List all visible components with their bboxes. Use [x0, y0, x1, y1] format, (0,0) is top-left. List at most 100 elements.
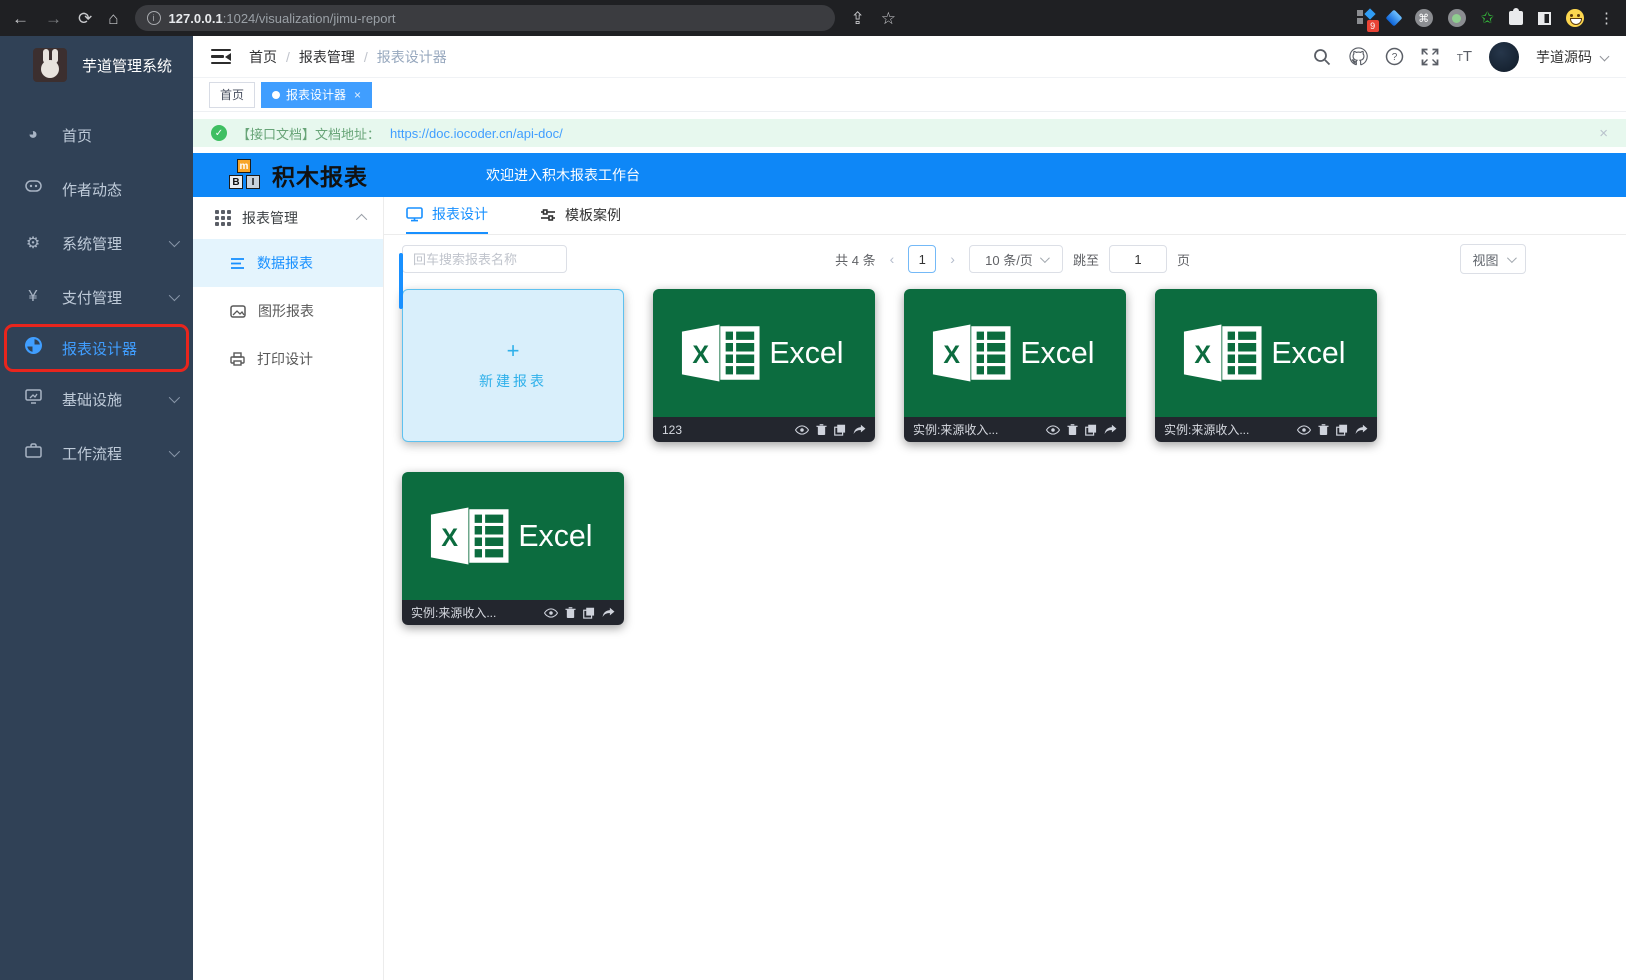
tag-report-designer[interactable]: 报表设计器 ×	[261, 82, 372, 108]
tab-template-examples[interactable]: 模板案例	[540, 196, 621, 234]
sidebar-item-author[interactable]: 作者动态	[0, 162, 193, 216]
app-logo-image	[33, 48, 67, 82]
address-bar[interactable]: i 127.0.0.1:1024/visualization/jimu-repo…	[135, 5, 835, 31]
copy-icon[interactable]	[1085, 424, 1097, 436]
page-size-select[interactable]: 10 条/页	[969, 245, 1063, 273]
sidebar-item-system[interactable]: ⚙ 系统管理	[0, 216, 193, 270]
extension-grid-icon[interactable]: 9	[1357, 10, 1373, 26]
svg-text:X: X	[1194, 341, 1211, 369]
tag-home[interactable]: 首页	[209, 82, 255, 108]
url-text: 127.0.0.1:1024/visualization/jimu-report	[169, 11, 396, 26]
search-icon[interactable]	[1313, 47, 1332, 66]
chevron-down-icon	[169, 446, 180, 457]
dashboard-icon: ◕	[24, 126, 42, 144]
site-info-icon[interactable]: i	[147, 11, 161, 25]
preview-eye-icon[interactable]	[1046, 425, 1060, 435]
card-footer: 123	[653, 417, 875, 442]
tag-close-icon[interactable]: ×	[354, 88, 361, 102]
excel-wordmark: Excel	[1271, 337, 1345, 370]
share-arrow-icon[interactable]	[1104, 424, 1117, 435]
delete-trash-icon[interactable]	[816, 424, 827, 436]
sidebar-item-report-designer[interactable]: 报表设计器	[4, 324, 189, 372]
prev-page-icon[interactable]: ‹	[886, 251, 899, 267]
excel-logo: X Excel	[674, 320, 854, 386]
browser-reload-icon[interactable]: ⟳	[78, 10, 92, 27]
jimu-logo-text: 积木报表	[272, 158, 368, 192]
panel-item-data-report[interactable]: 数据报表	[193, 239, 383, 287]
chevron-down-icon	[1040, 253, 1050, 263]
panel-item-print-design[interactable]: 打印设计	[193, 335, 383, 383]
extension-kite-icon[interactable]	[1385, 10, 1402, 27]
breadcrumb-report-mgmt[interactable]: 报表管理	[299, 47, 355, 67]
current-page[interactable]: 1	[908, 245, 936, 273]
tab-report-design[interactable]: 报表设计	[406, 196, 488, 234]
panel-item-chart-report[interactable]: 图形报表	[193, 287, 383, 335]
breadcrumb-current: 报表设计器	[377, 47, 447, 67]
extension-halfsquare-icon[interactable]	[1538, 12, 1551, 25]
fullscreen-icon[interactable]	[1421, 47, 1440, 66]
delete-trash-icon[interactable]	[1318, 424, 1329, 436]
preview-eye-icon[interactable]	[544, 608, 558, 618]
browser-home-icon[interactable]: ⌂	[108, 10, 118, 27]
extension-dot-icon[interactable]	[1448, 9, 1466, 27]
delete-trash-icon[interactable]	[565, 607, 576, 619]
font-size-icon[interactable]: TT	[1457, 48, 1472, 65]
user-menu-caret-icon[interactable]	[1600, 52, 1610, 62]
extensions-puzzle-icon[interactable]	[1509, 11, 1523, 25]
sidebar-item-home[interactable]: ◕ 首页	[0, 108, 193, 162]
share-arrow-icon[interactable]	[602, 607, 615, 618]
report-card[interactable]: X Excel 实例:来源收入...	[904, 289, 1126, 442]
alert-close-icon[interactable]: ×	[1599, 125, 1608, 142]
browser-forward-icon[interactable]: →	[45, 10, 62, 27]
report-card[interactable]: X Excel 123	[653, 289, 875, 442]
excel-wordmark: Excel	[518, 520, 592, 553]
extension-star-icon[interactable]: ✩	[1481, 8, 1494, 28]
plus-icon: +	[507, 340, 520, 362]
search-input[interactable]	[402, 245, 567, 273]
preview-eye-icon[interactable]	[795, 425, 809, 435]
bookmark-star-icon[interactable]: ☆	[881, 10, 896, 27]
app-logo[interactable]: 芋道管理系统	[0, 36, 193, 94]
list-icon	[230, 257, 245, 270]
new-report-card[interactable]: + 新建报表	[402, 289, 624, 442]
copy-icon[interactable]	[834, 424, 846, 436]
view-mode-button[interactable]: 视图	[1460, 244, 1526, 274]
excel-logo: X Excel	[423, 503, 603, 569]
help-icon[interactable]: ?	[1385, 47, 1404, 66]
sidebar-item-infra[interactable]: 基础设施	[0, 372, 193, 426]
breadcrumb-home[interactable]: 首页	[249, 47, 277, 67]
browser-back-icon[interactable]: ←	[12, 10, 29, 27]
sidebar-collapse-icon[interactable]	[211, 49, 231, 65]
yen-icon: ¥	[24, 288, 42, 306]
next-page-icon[interactable]: ›	[946, 251, 959, 267]
avatar[interactable]	[1489, 42, 1519, 72]
chevron-up-icon	[356, 214, 367, 225]
card-title: 实例:来源收入...	[1164, 421, 1290, 438]
share-arrow-icon[interactable]	[1355, 424, 1368, 435]
api-doc-link[interactable]: https://doc.iocoder.cn/api-doc/	[390, 126, 563, 141]
panel-header[interactable]: 报表管理	[193, 197, 383, 239]
share-arrow-icon[interactable]	[853, 424, 866, 435]
sidebar-item-workflow[interactable]: 工作流程	[0, 426, 193, 480]
copy-icon[interactable]	[1336, 424, 1348, 436]
github-icon[interactable]	[1349, 47, 1368, 66]
gear-icon: ⚙	[24, 233, 42, 253]
extension-emoji-icon[interactable]	[1566, 9, 1584, 27]
sidebar-item-payment[interactable]: ¥ 支付管理	[0, 270, 193, 324]
extension-command-icon[interactable]: ⌘	[1415, 9, 1433, 27]
username[interactable]: 芋道源码	[1536, 47, 1592, 67]
report-card[interactable]: X Excel 实例:来源收入...	[1155, 289, 1377, 442]
svg-text:X: X	[692, 341, 709, 369]
browser-menu-icon[interactable]: ⋮	[1599, 9, 1614, 27]
jump-page-input[interactable]	[1109, 245, 1167, 273]
excel-wordmark: Excel	[769, 337, 843, 370]
tags-view: 首页 报表设计器 ×	[193, 78, 1626, 112]
share-icon[interactable]: ⇪	[851, 10, 865, 27]
card-footer: 实例:来源收入...	[904, 417, 1126, 442]
preview-eye-icon[interactable]	[1297, 425, 1311, 435]
delete-trash-icon[interactable]	[1067, 424, 1078, 436]
copy-icon[interactable]	[583, 607, 595, 619]
report-card[interactable]: X Excel 实例:来源收入...	[402, 472, 624, 625]
excel-thumbnail: X Excel	[1155, 289, 1377, 417]
scrollbar-thumb[interactable]	[399, 253, 403, 309]
